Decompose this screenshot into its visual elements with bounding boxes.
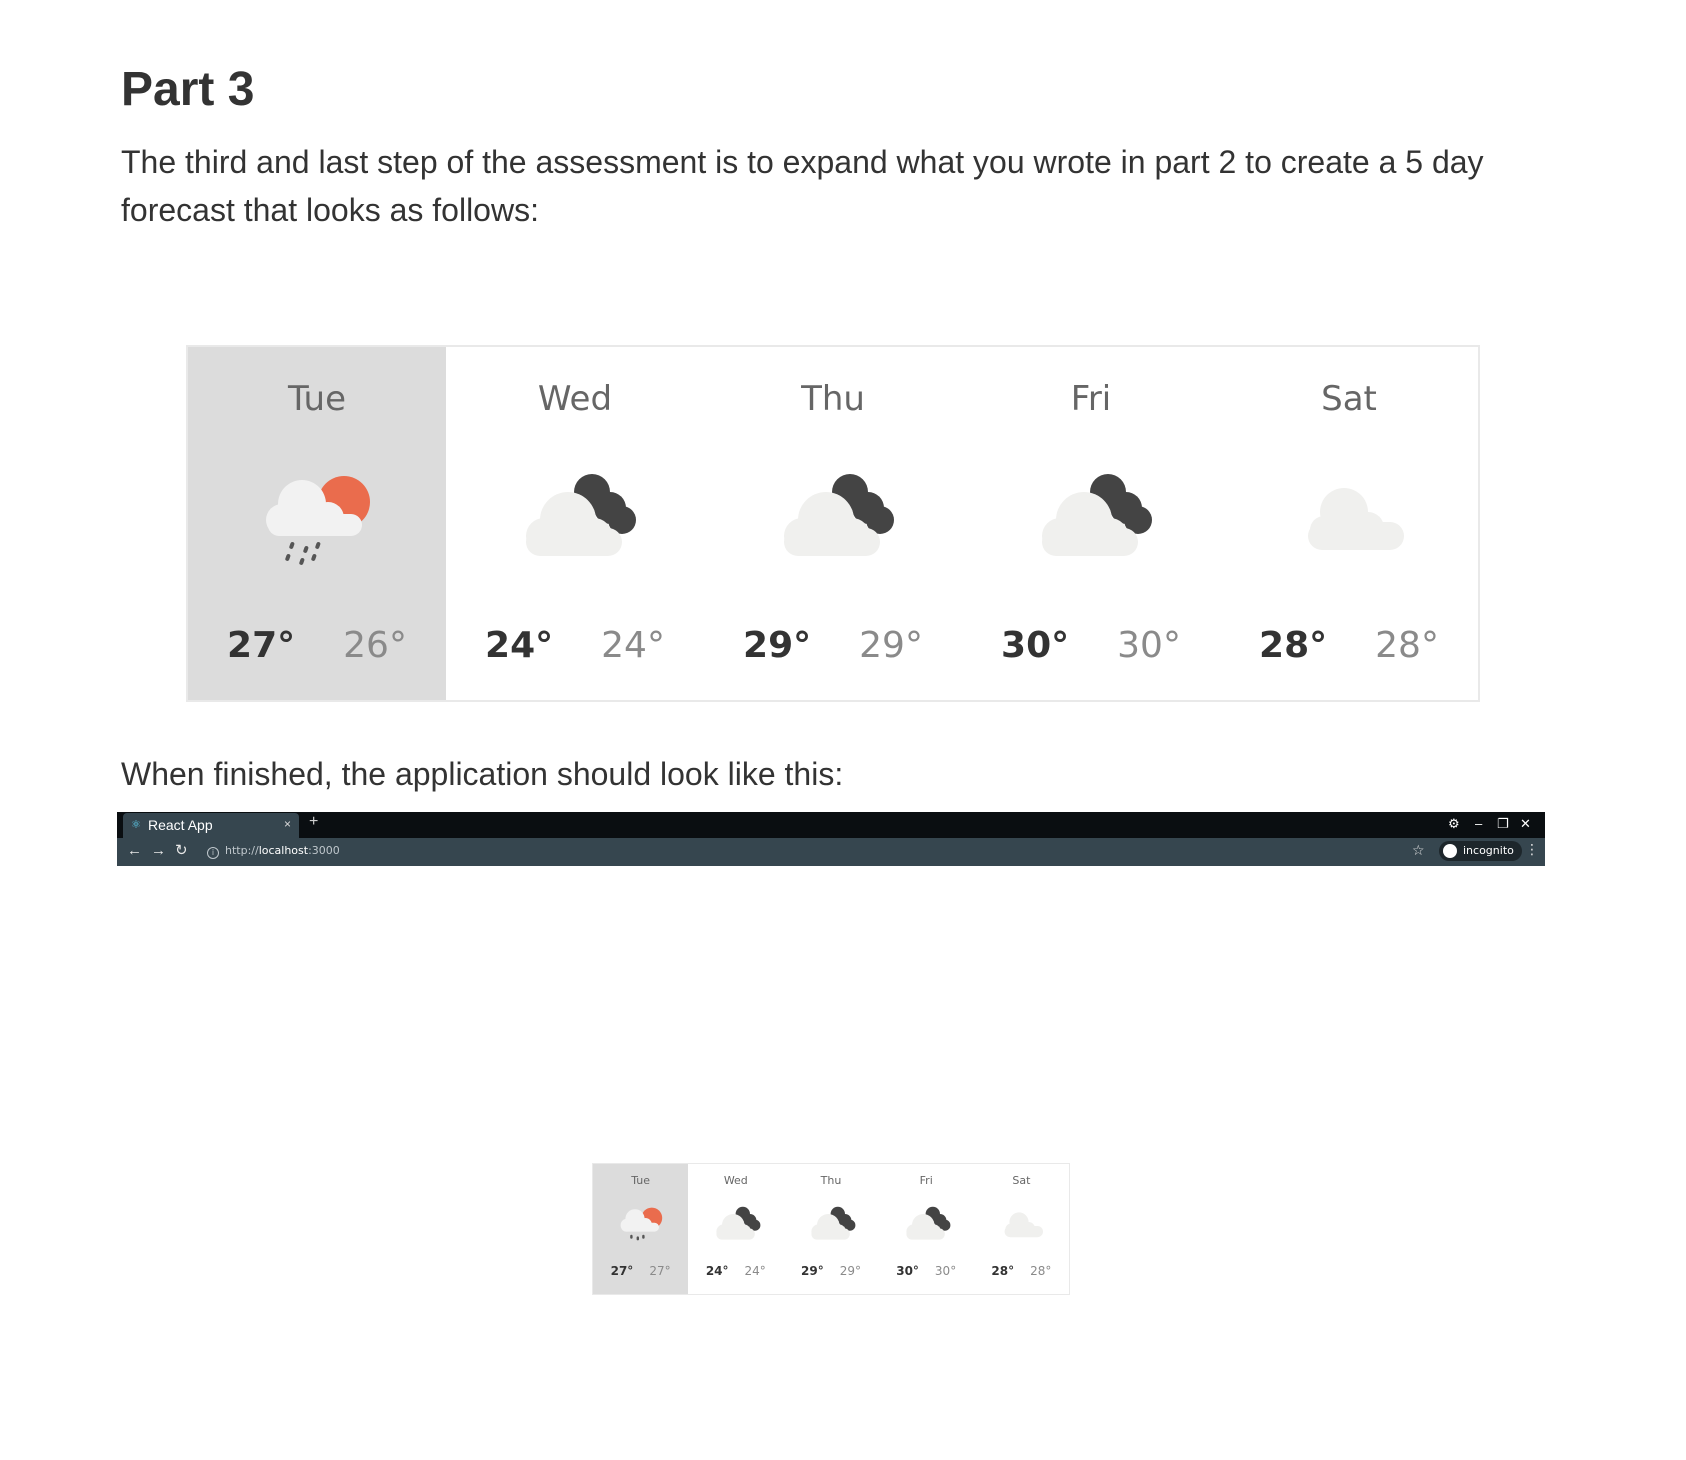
high-temp: 29° (801, 1264, 824, 1278)
reload-icon[interactable]: ↻ (175, 842, 188, 860)
minimize-icon[interactable]: – (1475, 816, 1482, 831)
low-temp: 29° (839, 1264, 861, 1278)
cloud-icon (1308, 488, 1404, 550)
tab-close-button[interactable]: × (284, 817, 291, 831)
high-temp: 30° (1001, 625, 1070, 666)
restore-icon[interactable]: ❐ (1497, 816, 1509, 832)
app-forecast-day-sat[interactable]: Sat 28° 28° (974, 1164, 1069, 1294)
low-temp: 30° (934, 1264, 957, 1278)
bookmark-star-icon[interactable]: ☆ (1412, 842, 1425, 859)
day-name: Thu (820, 1174, 842, 1187)
day-name: Thu (801, 379, 865, 419)
forecast-day-thu[interactable]: Thu 29° 29° (704, 347, 962, 700)
extension-icon[interactable]: ⚙ (1448, 816, 1460, 832)
incognito-icon (1443, 844, 1457, 858)
forecast-widget: Tue 27° 26° Wed 24° 24° Thu 29° 29° Fri … (186, 345, 1480, 702)
dark-cloud-icon (906, 1206, 951, 1240)
forward-icon[interactable]: → (151, 842, 166, 860)
low-temp: 26° (343, 625, 407, 666)
incognito-label: incognito (1463, 844, 1514, 857)
page-title: Part 3 (121, 63, 255, 116)
high-temp: 24° (705, 1264, 729, 1278)
dark-cloud-icon (784, 474, 894, 556)
tab-strip (117, 812, 1545, 838)
high-temp: 28° (991, 1264, 1015, 1278)
menu-icon[interactable]: ⋮ (1525, 841, 1539, 858)
day-name: Fri (919, 1174, 933, 1187)
info-icon: i (207, 847, 219, 859)
react-favicon-icon: ⚛ (131, 819, 141, 831)
dark-cloud-icon (526, 474, 636, 556)
app-forecast-day-fri[interactable]: Fri 30° 30° (879, 1164, 974, 1294)
day-name: Tue (287, 379, 347, 419)
high-temp: 27° (227, 625, 296, 666)
high-temp: 28° (1259, 625, 1328, 666)
app-forecast-day-wed[interactable]: Wed 24° 24° (688, 1164, 783, 1294)
low-temp: 28° (1375, 625, 1439, 666)
tab-title: React App (148, 817, 213, 833)
low-temp: 30° (1117, 625, 1181, 666)
finished-paragraph: When finished, the application should lo… (121, 756, 844, 792)
day-name: Wed (537, 379, 613, 419)
high-temp: 27° (610, 1264, 634, 1278)
dark-cloud-icon (811, 1206, 856, 1240)
low-temp: 29° (859, 625, 923, 666)
browser-chrome: ⚛ React App × + ⚙ – ❐ ✕ ← → ↻ i http://lo… (117, 812, 1545, 866)
low-temp: 28° (1030, 1264, 1052, 1278)
day-name: Sat (1321, 379, 1377, 419)
app-forecast-day-thu[interactable]: Thu 29° 29° (783, 1164, 878, 1294)
forecast-day-wed[interactable]: Wed 24° 24° (446, 347, 704, 700)
cloud-icon (1005, 1212, 1044, 1238)
low-temp: 24° (744, 1264, 766, 1278)
url-port: :3000 (308, 844, 340, 857)
low-temp: 24° (601, 625, 665, 666)
new-tab-button[interactable]: + (309, 813, 318, 831)
app-forecast-widget: Tue 27° 27° Wed 24° 24° Thu 29° 29° Fri … (592, 1163, 1070, 1295)
high-temp: 30° (896, 1264, 919, 1278)
high-temp: 24° (485, 625, 554, 666)
forecast-day-fri[interactable]: Fri 30° 30° (962, 347, 1220, 700)
sun-cloud-rain-icon (266, 476, 370, 565)
url-scheme: http:// (225, 844, 259, 857)
back-icon[interactable]: ← (127, 842, 142, 860)
day-name: Wed (723, 1174, 748, 1187)
low-temp: 27° (649, 1264, 671, 1278)
forecast-day-sat[interactable]: Sat 28° 28° (1220, 347, 1478, 700)
sun-cloud-rain-icon (620, 1207, 662, 1241)
dark-cloud-icon (716, 1206, 761, 1240)
app-forecast-day-tue[interactable]: Tue 27° 27° (593, 1164, 689, 1294)
day-name: Sat (1012, 1174, 1031, 1187)
address-bar[interactable]: i http://localhost:3000 (199, 841, 1319, 861)
day-name: Tue (631, 1174, 650, 1187)
dark-cloud-icon (1042, 474, 1152, 556)
incognito-badge[interactable]: incognito (1439, 841, 1522, 861)
url-host: localhost (258, 844, 309, 857)
intro-paragraph: The third and last step of the assessmen… (121, 144, 1484, 228)
day-name: Fri (1070, 379, 1112, 419)
tab-react-app[interactable]: ⚛ React App × (123, 813, 299, 838)
forecast-day-tue[interactable]: Tue 27° 26° (188, 347, 446, 700)
high-temp: 29° (743, 625, 812, 666)
close-window-icon[interactable]: ✕ (1520, 816, 1531, 832)
